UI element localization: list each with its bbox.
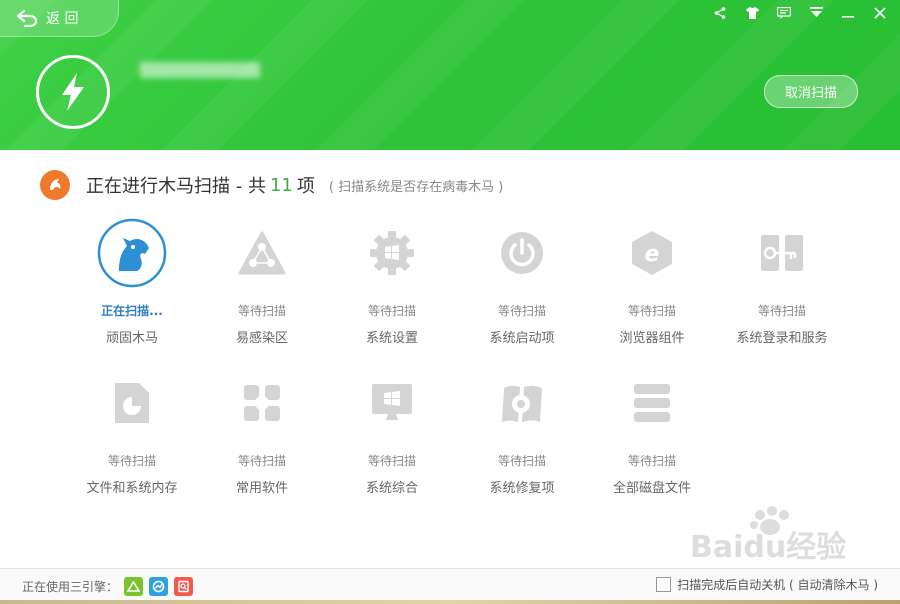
engines-label: 正在使用三引擎： — [22, 580, 119, 594]
engine-indicators: 正在使用三引擎： — [22, 577, 194, 596]
share-icon[interactable] — [710, 4, 730, 22]
system-repair-icon — [487, 368, 557, 438]
background-strip — [0, 600, 900, 604]
cloud-engine-icon[interactable] — [124, 577, 144, 596]
back-button[interactable]: 返 回 — [0, 0, 119, 37]
scan-item: 等待扫描 系统综合 — [327, 368, 457, 496]
disk-stack-icon — [617, 368, 687, 438]
scan-item: 等待扫描 系统修复项 — [457, 368, 587, 496]
header-banner: 返 回 取消扫描 — [0, 0, 900, 150]
item-name: 全部磁盘文件 — [612, 481, 691, 496]
browser-icon: e — [617, 218, 687, 288]
item-status: 等待扫描 — [757, 304, 806, 318]
settings-gear-icon — [357, 218, 427, 288]
cancel-scan-button[interactable]: 取消扫描 — [764, 75, 858, 108]
watermark-text: Baidu经验 — [690, 530, 846, 565]
warning-triangle-icon — [227, 218, 297, 288]
scan-item: 等待扫描 系统启动项 — [457, 218, 587, 346]
item-name: 系统综合 — [365, 481, 418, 496]
window-controls — [710, 4, 890, 22]
scan-item: 等待扫描 易感染区 — [197, 218, 327, 346]
item-status: 等待扫描 — [627, 454, 676, 468]
scan-item: 等待扫描 常用软件 — [197, 368, 327, 496]
local-engine-icon[interactable] — [174, 577, 194, 596]
scan-title: 正在进行木马扫描 - 共 — [86, 176, 266, 197]
login-service-icon — [747, 218, 817, 288]
scan-title-row: 正在进行木马扫描 - 共 11 项 ( 扫描系统是否存在病毒木马 ) — [40, 170, 503, 200]
skin-icon[interactable] — [742, 4, 762, 22]
item-name: 常用软件 — [235, 481, 288, 496]
blurred-status-text — [140, 62, 260, 78]
trojan-horse-icon — [97, 218, 167, 288]
back-arrow-icon — [16, 9, 38, 27]
baidu-watermark: Baidu经验 — [690, 506, 846, 565]
message-icon[interactable] — [774, 4, 794, 22]
item-status: 等待扫描 — [627, 304, 676, 318]
close-icon[interactable] — [870, 4, 890, 22]
status-footer: 正在使用三引擎： 扫描完成后自动关机 ( 自动清除木马 ) — [0, 568, 900, 601]
scan-title-suffix: 项 — [296, 176, 315, 197]
scan-item: e 等待扫描 浏览器组件 — [587, 218, 717, 346]
scan-count: 11 — [269, 174, 293, 196]
minimize-icon[interactable] — [838, 4, 858, 22]
scan-item: 等待扫描 系统登录和服务 — [717, 218, 847, 346]
item-name: 易感染区 — [235, 331, 288, 346]
item-name: 顽固木马 — [105, 331, 158, 346]
item-name: 系统登录和服务 — [736, 331, 828, 346]
file-memory-icon — [97, 368, 167, 438]
auto-shutdown-option[interactable]: 扫描完成后自动关机 ( 自动清除木马 ) — [656, 576, 878, 593]
item-name: 浏览器组件 — [619, 331, 685, 346]
scan-item: 等待扫描 系统设置 — [327, 218, 457, 346]
scan-item: 等待扫描 全部磁盘文件 — [587, 368, 717, 496]
item-status: 等待扫描 — [367, 454, 416, 468]
software-icon — [227, 368, 297, 438]
system-monitor-icon — [357, 368, 427, 438]
item-name: 系统修复项 — [489, 481, 555, 496]
item-name: 系统启动项 — [489, 331, 555, 346]
item-status: 等待扫描 — [367, 304, 416, 318]
scan-hint: ( 扫描系统是否存在病毒木马 ) — [328, 179, 504, 195]
item-status: 正在扫描... — [101, 304, 163, 318]
item-status: 等待扫描 — [237, 304, 286, 318]
item-status: 等待扫描 — [237, 454, 286, 468]
lightning-icon — [36, 55, 110, 129]
svg-text:e: e — [645, 242, 660, 267]
item-name: 文件和系统内存 — [86, 481, 178, 496]
auto-shutdown-checkbox[interactable] — [656, 577, 672, 592]
item-status: 等待扫描 — [497, 304, 546, 318]
item-status: 等待扫描 — [107, 454, 156, 468]
item-status: 等待扫描 — [497, 454, 546, 468]
qvm-engine-icon[interactable] — [149, 577, 169, 596]
menu-icon[interactable] — [806, 4, 826, 22]
item-name: 系统设置 — [365, 331, 418, 346]
scan-type-icon — [40, 170, 70, 200]
auto-shutdown-label: 扫描完成后自动关机 ( 自动清除木马 ) — [677, 578, 878, 592]
scan-item: 正在扫描... 顽固木马 — [67, 218, 197, 346]
power-icon — [487, 218, 557, 288]
scan-item: 等待扫描 文件和系统内存 — [67, 368, 197, 496]
back-label: 返 回 — [46, 11, 79, 27]
